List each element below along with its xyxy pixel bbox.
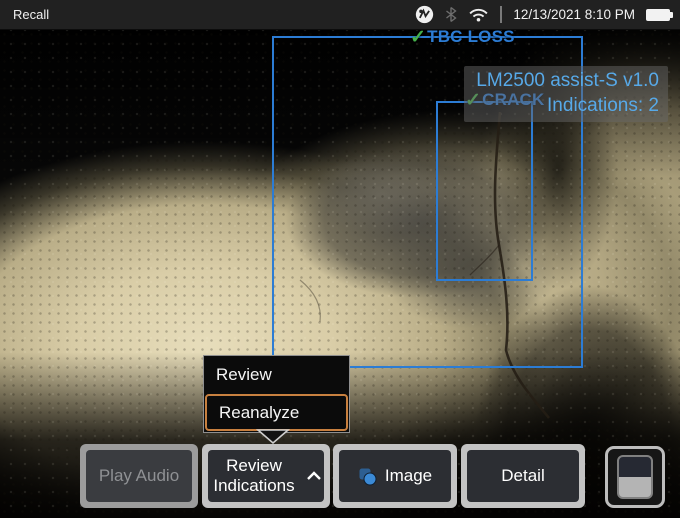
indications-count: Indications: 2 (476, 93, 659, 118)
detail-shell: Detail (461, 444, 585, 508)
play-audio-button[interactable]: Play Audio (86, 450, 192, 502)
analysis-info-panel: LM2500 assist-S v1.0 Indications: 2 (464, 66, 668, 122)
image-stack-icon (358, 467, 377, 486)
review-indications-label: Review Indications (210, 456, 298, 495)
detection-label-text: TBC LOSS (427, 27, 515, 47)
image-button-label: Image (385, 466, 432, 486)
status-separator (500, 6, 502, 23)
check-icon: ✓ (410, 28, 426, 47)
detail-button[interactable]: Detail (467, 450, 579, 502)
screen-toggle-button[interactable] (605, 446, 665, 508)
wifi-icon (468, 7, 489, 22)
review-indications-menu: Review Reanalyze (203, 355, 350, 433)
datetime-text: 12/13/2021 8:10 PM (513, 7, 635, 22)
detection-label-tbc-loss: ✓ TBC LOSS (410, 27, 515, 47)
status-bar: Recall 12/13/2021 8:10 PM (0, 0, 680, 30)
toggle-state-indicator (617, 455, 653, 499)
review-indications-button[interactable]: Review Indications (208, 450, 324, 502)
review-indications-shell: Review Indications (202, 444, 330, 508)
assist-app-icon (415, 5, 434, 24)
bluetooth-icon (445, 6, 457, 23)
play-audio-shell: Play Audio (80, 444, 198, 508)
menu-item-reanalyze[interactable]: Reanalyze (205, 394, 348, 431)
recall-screen: Recall 12/13/2021 8:10 PM ✓ TBC LOSS (0, 0, 680, 518)
status-icons: 12/13/2021 8:10 PM (415, 5, 680, 24)
image-button[interactable]: Image (339, 450, 451, 502)
battery-icon (646, 9, 670, 21)
menu-caret (256, 429, 290, 445)
screen-title: Recall (0, 7, 49, 22)
analysis-model-name: LM2500 assist-S v1.0 (476, 68, 659, 93)
detection-box-crack (436, 101, 533, 281)
chevron-up-icon (306, 471, 322, 481)
image-shell: Image (333, 444, 457, 508)
menu-item-review[interactable]: Review (204, 356, 349, 393)
